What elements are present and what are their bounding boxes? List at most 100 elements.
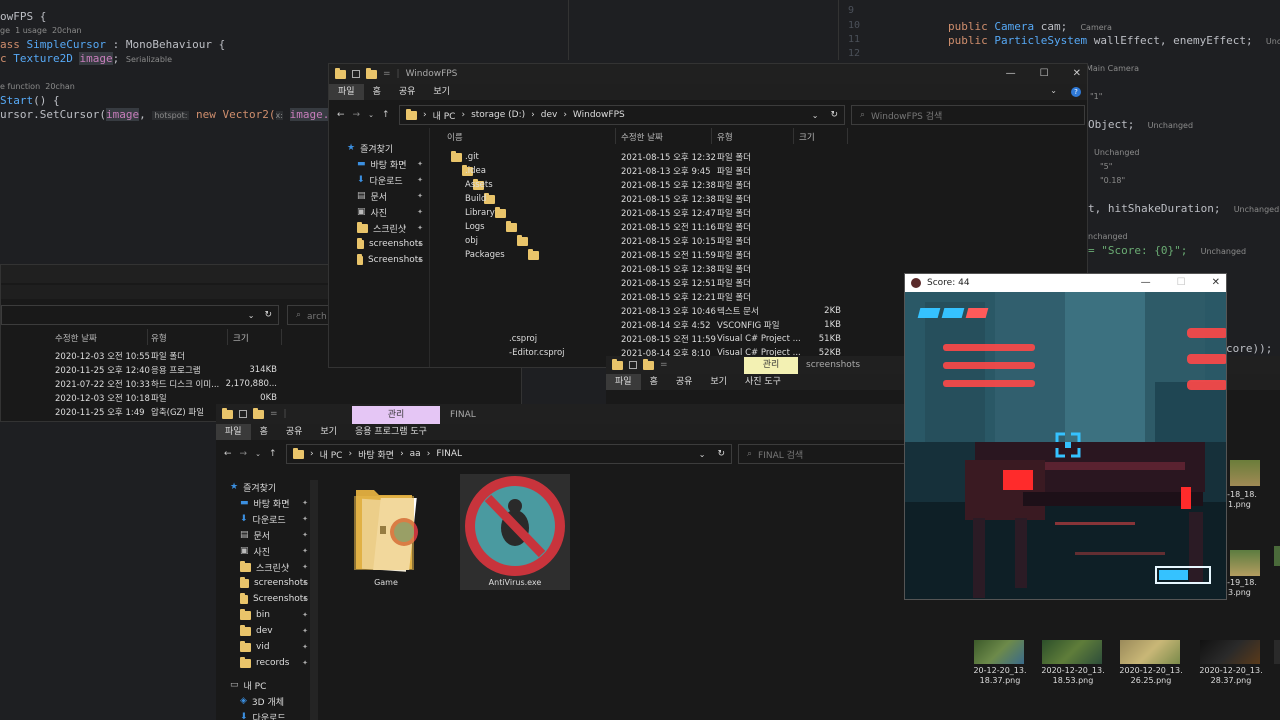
game-viewport[interactable] (905, 292, 1227, 600)
tab-view[interactable]: 보기 (701, 374, 736, 390)
nav-scrollbar[interactable] (310, 480, 318, 720)
sidebar-item[interactable]: Screenshots ✦ (347, 252, 423, 268)
refresh-icon[interactable]: ↻ (264, 310, 272, 320)
explorer-window-final[interactable]: = | 관리 FINAL 파일 홈 공유 보기 응용 프로그램 도구 ← → ⌄ … (216, 404, 906, 720)
chevron-down-icon[interactable]: ⌄ (1050, 86, 1057, 95)
recent-chevron-icon[interactable]: ⌄ (368, 111, 374, 119)
sidebar-item[interactable]: vid ✦ (230, 639, 308, 655)
back-arrow-icon[interactable]: ← (224, 449, 232, 459)
breadcrumb-item[interactable]: 내 PC (433, 109, 456, 122)
file-name[interactable]: Logs (465, 220, 485, 234)
tab-home[interactable]: 홈 (641, 374, 667, 390)
close-icon[interactable]: ✕ (1073, 68, 1081, 79)
column-header-date[interactable]: 수정한 날짜 (55, 332, 97, 344)
sidebar-item[interactable]: ▬ 바탕 화면 ✦ (347, 156, 423, 172)
tab-manage[interactable]: 관리 (352, 406, 440, 424)
recent-chevron-icon[interactable]: ⌄ (255, 450, 261, 458)
sidebar-item[interactable]: ★ 즐겨찾기 (230, 479, 308, 495)
breadcrumb-item[interactable]: 바탕 화면 (358, 448, 394, 461)
column-header-date[interactable]: 수정한 날짜 (621, 131, 663, 143)
file-name[interactable]: .git (465, 150, 479, 164)
tab-share[interactable]: 공유 (390, 84, 425, 100)
sidebar-item[interactable]: screenshots ✦ (347, 236, 423, 252)
breadcrumb-item[interactable]: storage (D:) (471, 110, 525, 120)
tab-home[interactable]: 홈 (364, 84, 390, 100)
sidebar-item[interactable]: ▣ 사진 ✦ (230, 543, 308, 559)
refresh-icon[interactable]: ↻ (717, 449, 725, 459)
sidebar-item[interactable]: ▬ 바탕 화면 ✦ (230, 495, 308, 511)
search-input[interactable]: ⌕ WindowFPS 검색 (851, 105, 1085, 125)
properties-icon[interactable] (352, 70, 360, 78)
close-icon[interactable]: ✕ (1212, 277, 1220, 288)
sidebar-item[interactable]: ▭ 내 PC (230, 677, 308, 693)
help-icon[interactable]: ? (1071, 87, 1081, 97)
breadcrumb-item[interactable]: 내 PC (320, 448, 343, 461)
column-header-size[interactable]: 크기 (233, 332, 249, 344)
minimize-icon[interactable]: — (1141, 277, 1151, 288)
new-folder-icon[interactable] (643, 358, 654, 370)
image-thumbnail[interactable] (1274, 546, 1280, 566)
sidebar-item[interactable]: dev ✦ (230, 623, 308, 639)
sidebar-item[interactable]: ▤ 문서 ✦ (230, 527, 308, 543)
sidebar-item[interactable]: records ✦ (230, 655, 308, 671)
properties-icon[interactable] (239, 410, 247, 418)
file-item-game[interactable]: Game (352, 486, 420, 587)
file-name[interactable]: .csproj (509, 332, 537, 346)
forward-arrow-icon[interactable]: → (353, 110, 361, 120)
tab-file[interactable]: 파일 (606, 374, 641, 390)
sidebar-item[interactable]: 스크린샷 ✦ (347, 220, 423, 236)
breadcrumb-item[interactable]: FINAL (436, 449, 462, 459)
tab-file[interactable]: 파일 (216, 424, 251, 440)
file-name[interactable]: Build (465, 192, 486, 206)
breadcrumb-item[interactable]: WindowFPS (573, 110, 625, 120)
up-arrow-icon[interactable]: ↑ (382, 110, 390, 120)
sidebar-item[interactable]: 스크린샷 ✦ (230, 559, 308, 575)
tab-view[interactable]: 보기 (424, 84, 459, 100)
tab-share[interactable]: 공유 (667, 374, 702, 390)
image-thumbnail[interactable] (1230, 550, 1260, 576)
up-arrow-icon[interactable]: ↑ (269, 449, 277, 459)
sidebar-item[interactable]: bin ✦ (230, 607, 308, 623)
sidebar-item[interactable]: ⬇ 다운로드 ✦ (347, 172, 423, 188)
tab-application-tools[interactable]: 응용 프로그램 도구 (346, 424, 436, 440)
column-header-size[interactable]: 크기 (799, 131, 815, 143)
search-input[interactable]: ⌕ FINAL 검색 (738, 444, 906, 464)
file-name[interactable]: Library (465, 206, 495, 220)
file-name[interactable]: Assets (465, 178, 493, 192)
file-name[interactable]: Packages (465, 248, 505, 262)
image-thumbnail[interactable] (1274, 640, 1280, 664)
tab-file[interactable]: 파일 (329, 84, 364, 100)
maximize-icon[interactable]: ☐ (1040, 68, 1049, 79)
file-item-antivirus[interactable]: AntiVirus.exe (460, 474, 570, 590)
breadcrumb-item[interactable]: aa (410, 449, 421, 459)
chevron-down-icon[interactable]: ⌄ (699, 450, 706, 459)
game-window[interactable]: Score: 44 — ☐ ✕ (904, 273, 1227, 600)
address-bar[interactable]: › 내 PC › 바탕 화면 › aa › FINAL ⌄ ↻ (286, 444, 732, 464)
file-name[interactable]: .idea (465, 164, 486, 178)
tab-home[interactable]: 홈 (251, 424, 277, 440)
column-header-type[interactable]: 유형 (151, 332, 167, 344)
sidebar-item[interactable]: Screenshots ✦ (230, 591, 308, 607)
image-thumbnail[interactable] (1120, 640, 1180, 664)
file-name[interactable]: -Editor.csproj (509, 346, 565, 360)
column-header-name[interactable]: 이름 (447, 131, 463, 143)
sidebar-item[interactable]: ⬇ 다운로드 (230, 709, 308, 720)
image-thumbnail[interactable] (1230, 460, 1260, 486)
image-thumbnail[interactable] (974, 640, 1024, 664)
sidebar-item[interactable]: ▣ 사진 ✦ (347, 204, 423, 220)
refresh-icon[interactable]: ↻ (830, 110, 838, 120)
sidebar-item[interactable]: ◈ 3D 개체 (230, 693, 308, 709)
image-thumbnail[interactable] (1042, 640, 1102, 664)
new-folder-icon[interactable] (253, 407, 264, 419)
sidebar-item[interactable]: ⬇ 다운로드 ✦ (230, 511, 308, 527)
tab-share[interactable]: 공유 (277, 424, 312, 440)
file-name[interactable]: obj (465, 234, 478, 248)
maximize-icon[interactable]: ☐ (1177, 277, 1186, 288)
tab-picture-tools[interactable]: 사진 도구 (736, 374, 790, 390)
address-bar[interactable]: ⌄ ↻ (1, 305, 279, 325)
breadcrumb-item[interactable]: dev (541, 110, 558, 120)
address-bar[interactable]: › 내 PC › storage (D:) › dev › WindowFPS ⌄ ↻ (399, 105, 845, 125)
sidebar-item[interactable]: ★ 즐겨찾기 (347, 140, 423, 156)
tab-manage[interactable]: 관리 (744, 357, 798, 374)
column-header-type[interactable]: 유형 (717, 131, 733, 143)
